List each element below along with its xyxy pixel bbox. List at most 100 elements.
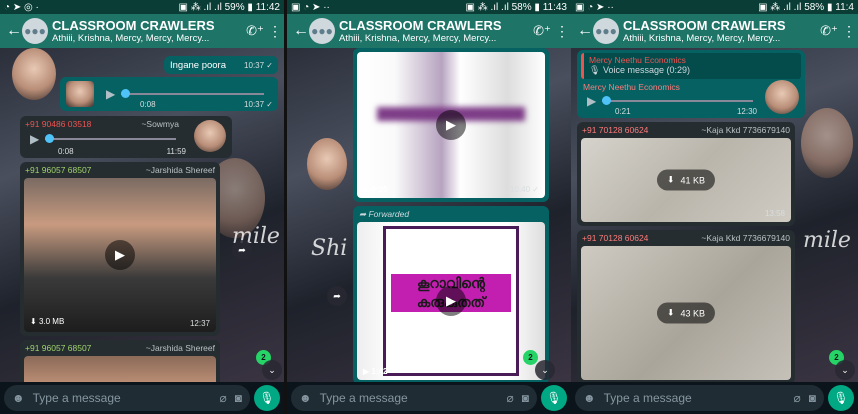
message-time: 12:37	[189, 319, 210, 328]
video-thumbnail[interactable]: കൂറാവിന്റെ കരുകുതത് ▶ ▶ 1:42	[357, 222, 545, 380]
outgoing-video-message[interactable]: ▶ ▶ 0:20 10:40 ✓	[353, 48, 549, 202]
download-size[interactable]: ⬇ 3.0 MB	[30, 317, 64, 326]
sender-avatar	[765, 80, 799, 114]
chat-screen-1: ◔ ➤ ◎ · ▣ ⁂ .ıl .ıl 59% ▮ 11:42 ← ●●● CL…	[0, 0, 284, 414]
outgoing-voice-message[interactable]: ▶ 0:08 10:37 ✓	[60, 77, 278, 111]
add-call-icon[interactable]: ✆⁺	[246, 23, 264, 39]
attach-icon[interactable]: ⌀	[794, 391, 801, 405]
emoji-icon[interactable]: ☻	[299, 391, 312, 405]
play-icon[interactable]: ▶	[106, 87, 115, 101]
sender-alias: ~Sowmya	[141, 119, 179, 129]
sender-number[interactable]: +91 70128 60624	[582, 233, 648, 243]
voice-progress[interactable]	[45, 134, 176, 143]
scroll-down-icon[interactable]: ⌄	[835, 360, 855, 380]
forward-icon[interactable]: ➦	[232, 240, 252, 260]
incoming-message-partial[interactable]: +91 96057 68507 ~Jarshida Shereef	[20, 340, 220, 382]
quoted-message[interactable]: Mercy Neethu Economics 🎙 Voice message (…	[581, 53, 801, 79]
video-thumbnail[interactable]	[24, 356, 216, 382]
input-placeholder: Type a message	[319, 391, 408, 405]
mic-button-icon[interactable]: 🎙	[254, 385, 280, 411]
add-call-icon[interactable]: ✆⁺	[820, 23, 838, 39]
chat-area[interactable]: mile Ingane poora 10:37 ✓ ▶ 0:08 10:37 ✓…	[0, 48, 284, 382]
seek-dot[interactable]	[45, 134, 55, 143]
status-time: 11:42	[255, 1, 280, 13]
status-bar: ▣ ◔ ➤ ·· ▣ ⁂ .ıl .ıl 58% ▮ 11:43	[287, 0, 571, 14]
mic-button-icon[interactable]: 🎙	[828, 385, 854, 411]
group-members: Athiii, Krishna, Mercy, Mercy, Mercy...	[52, 33, 210, 44]
camera-icon[interactable]: ◙	[235, 391, 242, 405]
message-time: 13:58	[764, 209, 785, 218]
emoji-icon[interactable]: ☻	[12, 391, 25, 405]
message-input[interactable]: ☻ Type a message ⌀ ◙	[291, 385, 537, 411]
status-right: ▣ ⁂ .ıl .ıl 59% ▮ 11:42	[178, 1, 281, 13]
status-time: 11:4	[835, 1, 854, 13]
forwarded-video-message[interactable]: ➦ Forwarded കൂറാവിന്റെ കരുകുതത് ▶ ▶ 1:42	[353, 206, 549, 382]
video-duration: ▶ 0:20	[363, 185, 388, 194]
more-options-icon[interactable]: ⋮	[842, 23, 856, 40]
voice-progress[interactable]	[121, 89, 264, 98]
group-avatar[interactable]: ●●●	[593, 18, 619, 44]
download-button[interactable]: ⬇ 43 KB	[656, 302, 716, 324]
play-button-icon[interactable]: ▶	[436, 286, 466, 316]
incoming-video-message[interactable]: +91 96057 68507 ~Jarshida Shereef ▶ ⬇ 3.…	[20, 162, 220, 336]
image-thumbnail[interactable]: ⬇ 43 KB	[581, 246, 791, 380]
message-input[interactable]: ☻ Type a message ⌀ ◙	[575, 385, 824, 411]
group-avatar[interactable]: ●●●	[22, 18, 48, 44]
video-duration: ▶ 1:42	[363, 367, 388, 376]
camera-icon[interactable]: ◙	[522, 391, 529, 405]
play-button-icon[interactable]: ▶	[436, 110, 466, 140]
sender-number[interactable]: +91 70128 60624	[582, 125, 648, 135]
outgoing-text-message[interactable]: Ingane poora 10:37 ✓	[164, 56, 278, 74]
image-thumbnail[interactable]: ⬇ 41 KB 13:58	[581, 138, 791, 222]
video-thumbnail[interactable]: ▶ ⬇ 3.0 MB 12:37	[24, 178, 216, 332]
camera-icon[interactable]: ◙	[809, 391, 816, 405]
chat-area[interactable]: Shi ▶ ▶ 0:20 10:40 ✓ ➦ Forwarded കൂറാവിന…	[287, 48, 571, 382]
back-arrow-icon[interactable]: ←	[577, 22, 593, 40]
sender-number[interactable]: +91 96057 68507	[25, 165, 91, 175]
mic-button-icon[interactable]: 🎙	[541, 385, 567, 411]
scroll-down-icon[interactable]: ⌄	[262, 360, 282, 380]
group-avatar[interactable]: ●●●	[309, 18, 335, 44]
chat-header[interactable]: ← ●●● CLASSROOM CRAWLERS Athiii, Krishna…	[287, 14, 571, 48]
group-info[interactable]: CLASSROOM CRAWLERS Athiii, Krishna, Merc…	[52, 18, 242, 44]
reply-voice-message[interactable]: Mercy Neethu Economics 🎙 Voice message (…	[577, 50, 805, 118]
back-arrow-icon[interactable]: ←	[6, 22, 22, 40]
back-arrow-icon[interactable]: ←	[293, 22, 309, 40]
sender-avatar	[66, 81, 94, 107]
group-info[interactable]: CLASSROOM CRAWLERS Athiii, Krishna, Merc…	[339, 18, 529, 44]
message-input[interactable]: ☻ Type a message ⌀ ◙	[4, 385, 250, 411]
attach-icon[interactable]: ⌀	[220, 391, 227, 405]
quoted-sender: Mercy Neethu Economics	[589, 55, 686, 65]
sender-number[interactable]: +91 90486 03518	[25, 119, 91, 129]
video-thumbnail[interactable]: ▶ ▶ 0:20 10:40 ✓	[357, 52, 545, 198]
seek-dot[interactable]	[602, 96, 612, 105]
emoji-icon[interactable]: ☻	[583, 391, 596, 405]
scroll-down-icon[interactable]: ⌄	[535, 360, 555, 380]
add-call-icon[interactable]: ✆⁺	[533, 23, 551, 39]
status-right: ▣ ⁂ .ıl .ıl 58% ▮ 11:4	[758, 1, 854, 13]
voice-progress[interactable]	[602, 96, 753, 105]
status-right: ▣ ⁂ .ıl .ıl 58% ▮ 11:43	[465, 1, 568, 13]
play-icon[interactable]: ▶	[587, 94, 596, 108]
play-button-icon[interactable]: ▶	[105, 240, 135, 270]
more-options-icon[interactable]: ⋮	[268, 23, 282, 40]
sender-number[interactable]: +91 96057 68507	[25, 343, 91, 353]
sender-avatar	[194, 120, 226, 152]
chat-header[interactable]: ← ●●● CLASSROOM CRAWLERS Athiii, Krishna…	[571, 14, 858, 48]
wallpaper-text: Shi	[311, 236, 348, 261]
incoming-image-message[interactable]: +91 70128 60624 ~Kaja Kkd 7736679140 ⬇ 41…	[577, 122, 795, 226]
seek-dot[interactable]	[121, 89, 131, 98]
message-time: 10:40 ✓	[510, 185, 539, 194]
download-button[interactable]: ⬇ 41 KB	[656, 169, 716, 191]
chat-header[interactable]: ← ●●● CLASSROOM CRAWLERS Athiii, Krishna…	[0, 14, 284, 48]
more-options-icon[interactable]: ⋮	[555, 23, 569, 40]
attach-icon[interactable]: ⌀	[507, 391, 514, 405]
play-icon[interactable]: ▶	[30, 132, 39, 146]
group-info[interactable]: CLASSROOM CRAWLERS Athiii, Krishna, Merc…	[623, 18, 816, 44]
incoming-voice-message[interactable]: +91 90486 03518 ~Sowmya ▶ 0:08 11:59	[20, 116, 232, 158]
incoming-image-message[interactable]: +91 70128 60624 ~Kaja Kkd 7736679140 ⬇ 43…	[577, 230, 795, 382]
voice-duration: 0:08	[140, 100, 156, 109]
forward-icon[interactable]: ➦	[327, 286, 347, 306]
chat-screen-3: ▣ ◔ ➤ ·· ▣ ⁂ .ıl .ıl 58% ▮ 11:4 ← ●●● CL…	[571, 0, 858, 414]
chat-area[interactable]: mile Mercy Neethu Economics 🎙 Voice mess…	[571, 48, 858, 382]
